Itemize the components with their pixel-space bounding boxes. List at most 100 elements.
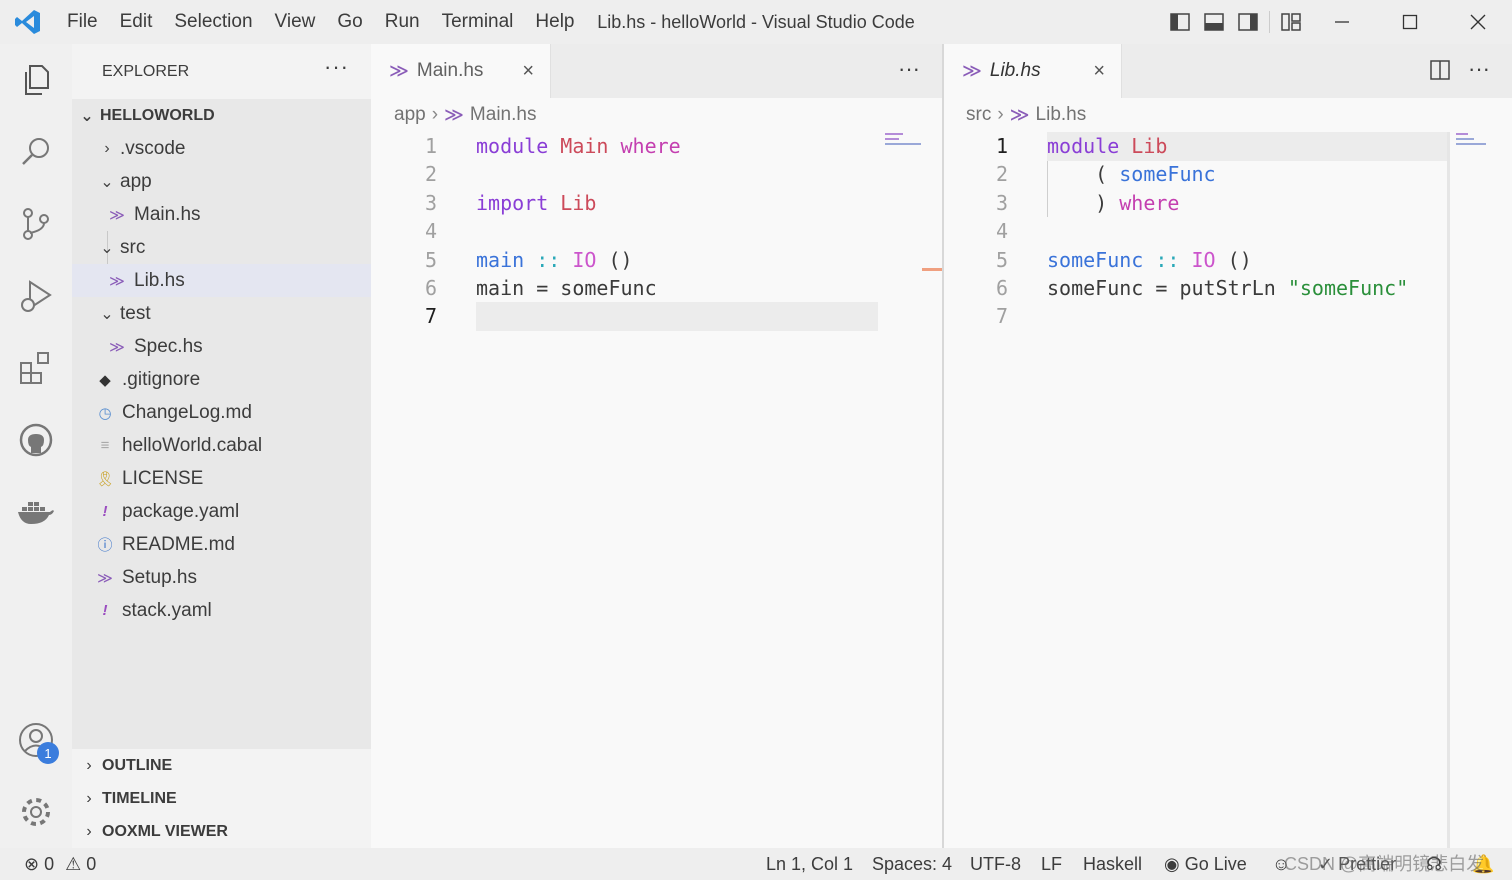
encoding[interactable]: UTF-8 [970,848,1021,880]
tree-item-app[interactable]: ⌄ app [72,165,371,198]
tree-item-main-hs[interactable]: ≫ Main.hs [72,198,371,231]
tree-item-spec-hs[interactable]: ≫ Spec.hs [72,330,371,363]
menu-run[interactable]: Run [374,0,431,44]
menu-terminal[interactable]: Terminal [431,0,525,44]
code-line: module Lib [1047,134,1168,158]
toggle-primary-sidebar-icon[interactable] [1163,0,1197,44]
tree-item-stack-yaml[interactable]: ! stack.yaml [72,594,371,627]
code-line: main :: IO () [476,248,633,272]
docker-icon[interactable] [0,476,72,548]
chevron-right-icon: › [86,756,92,774]
tab-lib-hs[interactable]: ≫ Lib.hs × [944,44,1122,98]
accounts-icon[interactable] [0,704,72,776]
close-tab-icon[interactable]: × [1093,60,1105,83]
menu-edit[interactable]: Edit [109,0,164,44]
right-code-editor[interactable]: 1 2 3 4 5 6 7 module Lib ( someFunc ) wh… [944,132,1512,848]
go-live-button[interactable]: ◉ Go Live [1164,848,1247,880]
minimap[interactable] [1456,132,1506,146]
customize-layout-icon[interactable] [1274,0,1308,44]
breadcrumb-file[interactable]: Main.hs [470,104,537,126]
haskell-file-icon: ≫ [97,569,113,587]
explorer-icon[interactable] [0,44,72,116]
cursor-position[interactable]: Ln 1, Col 1 [766,848,853,880]
menu-view[interactable]: View [264,0,327,44]
ooxml-viewer-section-header[interactable]: › OOXML VIEWER [72,815,371,848]
menu-selection[interactable]: Selection [163,0,263,44]
status-bar: ⊗ 0 ⚠ 0 Ln 1, Col 1 Spaces: 4 UTF-8 LF H… [0,848,1512,880]
source-control-icon[interactable] [0,188,72,260]
tree-item-src[interactable]: ⌄ src [72,231,371,264]
editor-more-actions-icon[interactable]: ··· [898,56,920,82]
tree-item-label: ChangeLog.md [122,401,252,423]
toggle-panel-icon[interactable] [1197,0,1231,44]
tree-item-label: package.yaml [122,500,240,522]
tree-item-gitignore[interactable]: ◆ .gitignore [72,363,371,396]
explorer-more-actions-icon[interactable]: ··· [324,54,349,80]
breadcrumb-folder[interactable]: app [394,104,426,126]
menu-go[interactable]: Go [326,0,373,44]
indentation[interactable]: Spaces: 4 [872,848,952,880]
current-line-highlight [476,302,878,331]
left-code-editor[interactable]: 1 2 3 4 5 6 7 module Main where import L… [371,132,942,848]
split-editor-icon[interactable] [1430,60,1450,85]
github-icon[interactable] [0,404,72,476]
tab-main-hs[interactable]: ≫ Main.hs × [371,44,551,98]
tree-item-label: src [120,236,146,258]
haskell-file-icon: ≫ [109,206,125,224]
tree-item-label: README.md [122,533,235,555]
minimap[interactable] [885,132,941,146]
code-line: someFunc :: IO () [1047,248,1252,272]
vscode-logo-icon [0,0,56,44]
license-file-icon: 🎗 [95,470,115,488]
tree-item-cabal[interactable]: ≡ helloWorld.cabal [72,429,371,462]
tree-item-test[interactable]: ⌄ test [72,297,371,330]
activity-bar: 1 [0,44,72,848]
minimize-icon[interactable] [1308,0,1376,44]
maximize-icon[interactable] [1376,0,1444,44]
breadcrumb-folder[interactable]: src [966,104,991,126]
language-mode[interactable]: Haskell [1083,848,1142,880]
timeline-section-header[interactable]: › TIMELINE [72,782,371,815]
search-icon[interactable] [0,116,72,188]
tree-item-setup-hs[interactable]: ≫ Setup.hs [72,561,371,594]
tree-item-readme[interactable]: ⓘ README.md [72,528,371,561]
end-of-line[interactable]: LF [1041,848,1062,880]
explorer-sidebar: EXPLORER ··· ⌄ HELLOWORLD › .vscode ⌄ ap… [72,44,371,848]
tree-item-changelog[interactable]: ◷ ChangeLog.md [72,396,371,429]
chevron-down-icon: ⌄ [80,107,94,125]
extensions-icon[interactable] [0,332,72,404]
line-number: 4 [424,219,437,243]
menu-file[interactable]: File [56,0,109,44]
tree-item-package-yaml[interactable]: ! package.yaml [72,495,371,528]
haskell-file-icon: ≫ [109,272,125,290]
vertical-scrollbar[interactable] [1447,132,1450,848]
tree-item-label: app [120,170,152,192]
close-icon[interactable] [1444,0,1512,44]
close-tab-icon[interactable]: × [522,60,534,83]
line-number: 4 [995,219,1008,243]
breadcrumb-file[interactable]: Lib.hs [1036,104,1087,126]
settings-gear-icon[interactable] [0,776,72,848]
tree-item-label: Main.hs [134,203,201,225]
chevron-down-icon: ⌄ [100,173,114,191]
code-line: ( someFunc [1047,162,1216,186]
title-bar: File Edit Selection View Go Run Terminal… [0,0,1512,44]
git-file-icon: ◆ [99,371,111,389]
toggle-secondary-sidebar-icon[interactable] [1231,0,1265,44]
tree-item-label: Lib.hs [134,269,185,291]
editor-more-actions-icon[interactable]: ··· [1468,56,1490,82]
explorer-tree: ⌄ HELLOWORLD › .vscode ⌄ app ≫ Main.hs ⌄… [72,99,371,749]
line-number: 2 [424,162,437,186]
haskell-file-icon: ≫ [109,338,125,356]
outline-section-header[interactable]: › OUTLINE [72,749,371,782]
tree-item-vscode[interactable]: › .vscode [72,132,371,165]
code-line: ) where [1047,191,1180,215]
explorer-root-folder[interactable]: ⌄ HELLOWORLD [72,99,371,132]
tree-item-lib-hs[interactable]: ≫ Lib.hs [72,264,371,297]
problems-indicator[interactable]: ⊗ 0 ⚠ 0 [24,848,96,880]
tree-item-license[interactable]: 🎗 LICENSE [72,462,371,495]
menu-help[interactable]: Help [524,0,585,44]
run-debug-icon[interactable] [0,260,72,332]
line-number: 5 [424,248,437,272]
section-label: OUTLINE [102,756,173,774]
